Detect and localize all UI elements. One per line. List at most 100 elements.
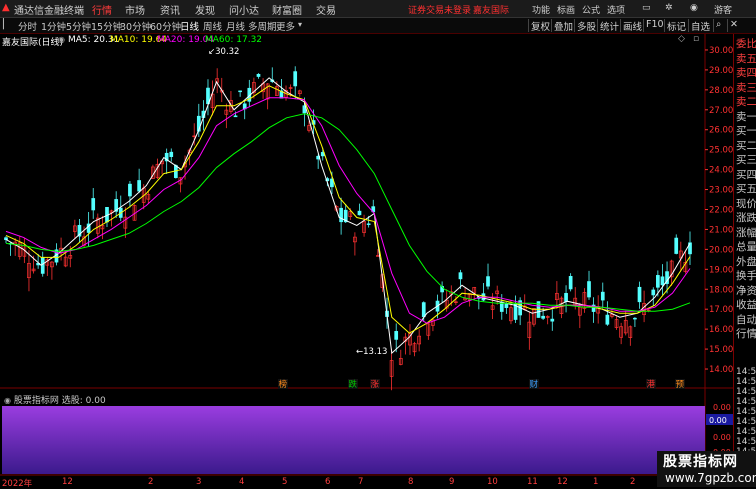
candle-body: [169, 151, 174, 157]
more-chevron-icon[interactable]: ▾: [298, 20, 302, 29]
price-tick-label: 28.00: [709, 86, 733, 96]
indicator-histogram: [2, 406, 705, 474]
price-tick-label: 30.00: [709, 46, 733, 56]
quote-field-label: 买五: [736, 183, 756, 195]
f10-button[interactable]: F10: [643, 19, 666, 32]
monitor-icon[interactable]: ▭: [642, 3, 651, 13]
candle-body: [366, 223, 371, 225]
close-icon[interactable]: ✕: [727, 19, 740, 32]
quote-field-label: 收益: [736, 299, 756, 311]
quote-field-label: 总量: [736, 241, 756, 253]
quote-field-label: 涨幅: [736, 226, 756, 239]
candle-body: [656, 275, 660, 288]
quote-field-label: 买一: [736, 125, 756, 137]
watermark-url: www.7gpzb.com: [665, 471, 756, 485]
date-axis-label: 2022年: [2, 479, 33, 489]
kline-chart[interactable]: 30.0029.0028.0027.0026.0025.0024.0023.00…: [0, 34, 733, 487]
candle-body: [660, 276, 665, 286]
price-tick-label: 27.00: [709, 106, 733, 116]
menu-options[interactable]: 选项: [607, 3, 625, 16]
indicator-panel: 0.000.000.000.000.000.00: [2, 403, 733, 474]
price-tick-label: 26.00: [709, 126, 733, 136]
period-monthly[interactable]: 月线: [226, 19, 245, 33]
draw-line-button[interactable]: 画线: [620, 19, 644, 33]
price-tick-label: 21.00: [709, 225, 733, 235]
menu-function[interactable]: 功能: [532, 3, 550, 16]
stock-name: 嘉友国际(日线): [2, 38, 64, 48]
price-axis: 30.00 29.00 28.00 27.00 26.00 25.00 24.00 23.00…: [705, 46, 733, 375]
menu-discover[interactable]: 发现: [195, 2, 215, 17]
date-axis-label: 1: [593, 477, 599, 487]
candle-body: [600, 291, 605, 301]
quote-field-label: 涨跌: [736, 212, 756, 224]
menu-trade[interactable]: 交易: [316, 2, 336, 17]
candle-body: [357, 210, 362, 216]
square-icon[interactable]: ▫: [693, 34, 699, 44]
period-daily[interactable]: 日线: [180, 19, 199, 33]
event-marker: 港: [647, 379, 656, 390]
login-notice[interactable]: 证券交易未登录: [408, 3, 471, 16]
candle-body: [637, 286, 642, 303]
candle-body: [541, 315, 545, 319]
indicator-axis-label: 0.00: [713, 433, 731, 442]
watermark: 股票指标网 www.7gpzb.com: [657, 451, 756, 487]
period-weekly[interactable]: 周线: [203, 19, 222, 33]
indicator-dot-icon: ◉: [4, 396, 11, 405]
period-15min[interactable]: 15分钟: [91, 19, 122, 33]
date-axis-label: 12: [557, 477, 568, 487]
overlay-button[interactable]: 叠加: [551, 19, 575, 33]
restore-rights-button[interactable]: 复权: [528, 19, 552, 33]
candle-body: [550, 318, 555, 322]
date-axis-label: 4: [239, 477, 245, 487]
quote-field-label: 卖二: [736, 96, 756, 108]
settings-icon[interactable]: ✲: [665, 3, 673, 13]
quote-field-label: 卖一: [736, 110, 756, 123]
quote-field-label: 现价: [736, 197, 756, 210]
menu-exchange-market[interactable]: 市场: [125, 2, 145, 17]
period-30min[interactable]: 30分钟: [120, 19, 151, 33]
price-tick-label: 20.00: [709, 245, 733, 255]
collapse-icon[interactable]: ▏: [3, 19, 10, 30]
menu-ask[interactable]: 问小达: [229, 2, 259, 17]
candle-body: [421, 302, 426, 318]
period-60min[interactable]: 60分钟: [150, 19, 181, 33]
quote-field-label: 净资: [736, 284, 756, 297]
user-icon[interactable]: ◉: [690, 3, 698, 13]
period-1min[interactable]: 1分钟: [41, 19, 66, 33]
quote-field-label: 卖四: [736, 67, 756, 79]
period-timeshare[interactable]: 分时: [18, 19, 37, 33]
candle-body: [91, 198, 96, 211]
menu-draw[interactable]: 标画: [557, 3, 575, 16]
period-multi[interactable]: 多周期: [248, 19, 277, 33]
quote-field-label: 买四: [736, 168, 756, 181]
low-price-label: ←13.13: [356, 347, 387, 357]
candle-body: [233, 115, 238, 118]
tick-time: 14:50: [736, 437, 756, 447]
date-axis-label: 9: [449, 477, 455, 487]
mark-button[interactable]: 标记: [664, 19, 688, 33]
high-price-label: ↙30.32: [208, 47, 239, 57]
indicator-axis-label: 0.00: [713, 403, 731, 412]
menu-formula[interactable]: 公式: [582, 3, 600, 16]
candle-body: [651, 289, 656, 296]
menu-wealth[interactable]: 财富圈: [272, 2, 302, 17]
quote-field-label: 委比: [736, 38, 756, 50]
diamond-icon[interactable]: ◇: [678, 34, 685, 44]
quote-side-panel: 委比 卖五 卖四 卖三 卖二 卖一 买一 买二 买三 买四 买五 现价 涨跌 涨幅 总量 外盘 换手 净资 收益 自动…: [733, 34, 756, 487]
period-more[interactable]: 更多: [276, 19, 295, 33]
tick-time: 14:50: [736, 407, 756, 417]
candle-body: [587, 281, 591, 298]
quote-field-label: 卖三: [736, 81, 756, 94]
price-tick-label: 14.00: [709, 365, 733, 375]
multi-stock-button[interactable]: 多股: [574, 19, 598, 33]
guest-label[interactable]: 游客: [714, 3, 732, 16]
search-icon[interactable]: ⌕: [713, 19, 723, 32]
watchlist-button[interactable]: 自选: [688, 19, 712, 33]
statistics-button[interactable]: 统计: [597, 19, 621, 33]
quote-field-label: 换手: [736, 270, 756, 282]
price-tick-label: 17.00: [709, 305, 733, 315]
period-5min[interactable]: 5分钟: [66, 19, 91, 33]
menu-news[interactable]: 资讯: [160, 2, 180, 17]
menu-market[interactable]: 行情: [92, 2, 112, 17]
price-tick-label: 18.00: [709, 285, 733, 295]
